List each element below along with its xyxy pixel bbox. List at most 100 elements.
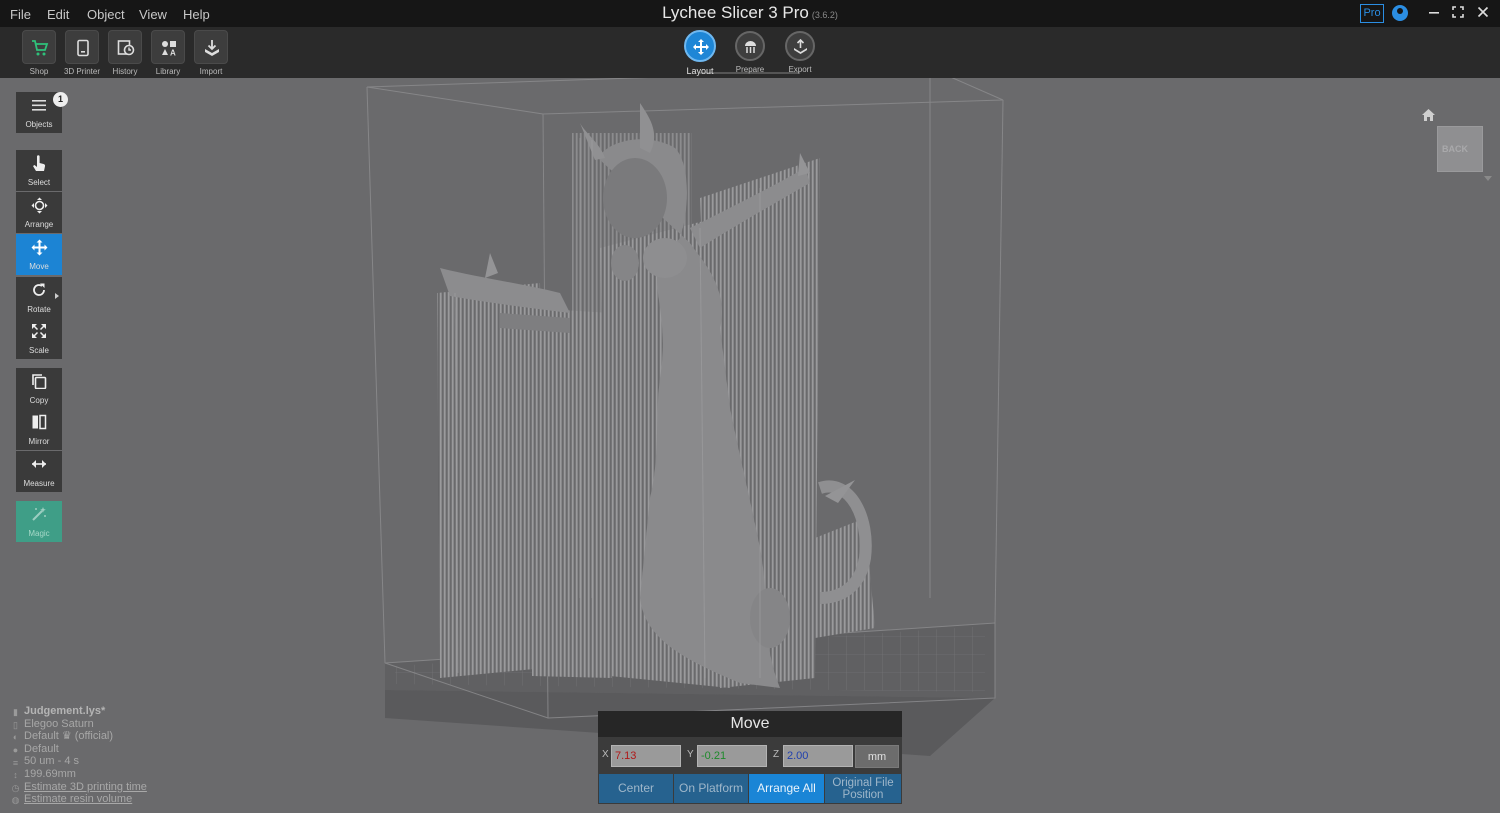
lychee-slicer-window: File Edit Object View Help Lychee Slicer…	[0, 0, 1500, 813]
rotate-label: Rotate	[27, 305, 51, 314]
file-name: Judgement.lys*	[24, 705, 106, 717]
resin-icon: ●	[12, 745, 19, 756]
rotate-icon	[33, 283, 45, 296]
select-tool-button[interactable]: Select	[16, 150, 62, 191]
measure-tool-button[interactable]: Measure	[16, 451, 62, 492]
y-axis-label: Y	[687, 749, 694, 760]
arrange-all-button[interactable]: Arrange All	[749, 774, 824, 803]
svg-text:A: A	[170, 49, 176, 58]
library-icon: A	[162, 41, 176, 58]
cart-icon	[32, 40, 49, 56]
printer-icon	[77, 39, 89, 57]
profile-icon: ◐	[12, 732, 19, 743]
info-volume-row: ◍ Estimate resin volume	[10, 793, 270, 806]
menu-view[interactable]: View	[139, 7, 167, 22]
history-icon	[117, 40, 135, 56]
supports-icon	[745, 41, 756, 53]
x-axis-label: X	[602, 749, 609, 760]
3d-printer-button[interactable]	[65, 30, 99, 64]
3d-viewport[interactable]: BACK	[0, 67, 1500, 813]
clock-icon: ◷	[11, 782, 20, 793]
import-label: Import	[199, 67, 223, 76]
history-button[interactable]	[108, 30, 142, 64]
minimize-icon[interactable]	[1424, 4, 1444, 22]
list-icon	[32, 100, 46, 111]
shop-button[interactable]	[22, 30, 56, 64]
on-platform-button[interactable]: On Platform	[674, 774, 748, 803]
copy-icon	[32, 374, 47, 389]
title-bar: File Edit Object View Help Lychee Slicer…	[0, 0, 1500, 27]
printer-icon: ▯	[13, 719, 18, 730]
scale-tool-button[interactable]: Scale	[16, 318, 62, 359]
x-position-input[interactable]	[611, 745, 681, 767]
view-cube-face: BACK	[1442, 144, 1468, 154]
view-cube[interactable]: BACK	[1437, 126, 1483, 172]
profile-name: Default	[24, 730, 59, 743]
menu-file[interactable]: File	[10, 7, 31, 22]
layer-setting: 50 um - 4 s	[24, 755, 80, 768]
center-button[interactable]: Center	[599, 774, 673, 803]
step-layout[interactable]	[684, 30, 716, 62]
move-icon	[693, 39, 709, 55]
move-label: Move	[29, 262, 49, 271]
view-cube-chevron-down-icon[interactable]	[1484, 176, 1492, 181]
profile-suffix: (official)	[74, 730, 114, 743]
move-panel: Move X Y Z mm Center On Platform Arrange…	[598, 711, 902, 804]
z-position-input[interactable]	[783, 745, 853, 767]
magic-label: Magic	[28, 529, 50, 538]
export-icon	[794, 39, 807, 54]
move-tool-button[interactable]: Move	[16, 234, 62, 275]
estimate-time-link[interactable]: Estimate 3D printing time	[24, 781, 147, 794]
y-position-input[interactable]	[697, 745, 767, 767]
original-file-line2: Position	[842, 789, 884, 801]
measure-arrows-icon	[32, 460, 46, 468]
copy-tool-button[interactable]: Copy	[16, 368, 62, 409]
arrange-tool-button[interactable]: Arrange	[16, 192, 62, 233]
select-label: Select	[27, 178, 51, 187]
app-version: (3.6.2)	[811, 10, 838, 20]
step-export-label: Export	[788, 65, 812, 74]
move-panel-title: Move	[598, 711, 902, 737]
info-resin-row: ● Default	[10, 743, 270, 756]
resin-name: Default	[24, 742, 59, 755]
window-title: Lychee Slicer 3 Pro (3.6.2)	[0, 3, 1500, 23]
home-view-icon[interactable]	[1421, 108, 1436, 122]
original-file-line1: Original File	[832, 777, 894, 789]
arrange-label: Arrange	[24, 220, 54, 229]
printer-name: Elegoo Saturn	[24, 717, 94, 730]
menu-object[interactable]: Object	[87, 7, 125, 22]
import-button[interactable]	[194, 30, 228, 64]
official-crown-icon: ♛	[61, 730, 72, 743]
maximize-icon[interactable]	[1448, 4, 1468, 22]
rotate-expand-chevron-icon[interactable]	[55, 293, 59, 299]
mirror-label: Mirror	[28, 437, 50, 446]
step-prepare[interactable]	[735, 31, 765, 61]
original-file-position-button[interactable]: Original File Position	[825, 774, 901, 803]
info-layer-row: ≡ 50 um - 4 s	[10, 755, 270, 768]
magic-wand-icon	[32, 507, 46, 521]
estimate-resin-link[interactable]: Estimate resin volume	[24, 793, 132, 806]
file-icon: ▮	[13, 707, 18, 718]
unit-select[interactable]: mm	[855, 745, 899, 768]
info-height-row: ↕ 199.69mm	[10, 768, 270, 781]
move-icon	[31, 239, 48, 256]
objects-count-badge: 1	[53, 92, 68, 107]
step-export[interactable]	[785, 31, 815, 61]
app-name: Lychee Slicer 3 Pro	[662, 3, 809, 22]
arrange-icon	[31, 197, 48, 214]
mirror-icon	[32, 414, 47, 430]
mirror-tool-button[interactable]: Mirror	[16, 409, 62, 450]
magic-tool-button[interactable]: Magic	[16, 501, 62, 542]
menu-edit[interactable]: Edit	[47, 7, 69, 22]
info-profile-row: ◐ Default ♛ (official)	[10, 730, 270, 743]
account-icon[interactable]	[1392, 5, 1408, 21]
copy-label: Copy	[29, 396, 49, 405]
scale-icon	[32, 324, 46, 338]
pro-badge[interactable]: Pro	[1360, 4, 1384, 23]
layers-icon: ≡	[12, 757, 19, 768]
rotate-tool-button[interactable]: Rotate	[16, 277, 62, 318]
info-file-row: ▮ Judgement.lys*	[10, 705, 270, 718]
close-icon[interactable]	[1473, 4, 1493, 22]
menu-help[interactable]: Help	[183, 7, 210, 22]
library-button[interactable]: A	[151, 30, 185, 64]
